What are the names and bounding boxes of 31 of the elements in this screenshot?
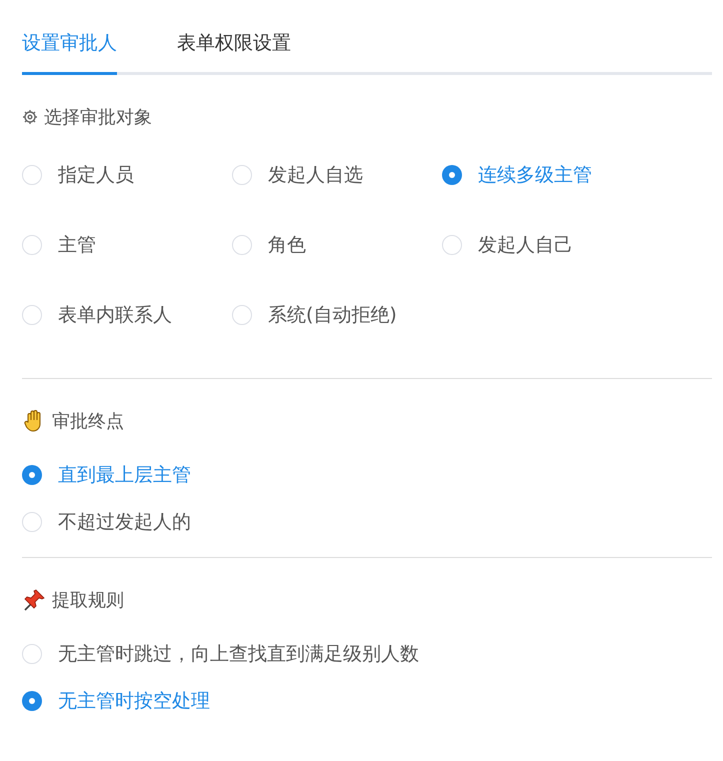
radio-label: 无主管时按空处理 [58,688,210,714]
radio-button[interactable] [442,164,462,184]
section-title: 提取规则 [52,589,124,612]
radio-button[interactable] [22,164,42,184]
radio-button[interactable] [22,464,42,484]
radio-button[interactable] [22,512,42,532]
radio-label: 指定人员 [58,162,134,188]
radio-button[interactable] [22,234,42,254]
radio-label: 不超过发起人的 [58,510,191,534]
section-title: 审批终点 [52,410,124,433]
radio-button[interactable] [232,164,252,184]
pushpin-icon [22,588,46,612]
radio-label: 发起人自己 [478,232,573,258]
section-title: 选择审批对象 [44,106,152,129]
radio-label: 直到最上层主管 [58,462,191,488]
radio-button[interactable] [442,234,462,254]
radio-label: 无主管时跳过，向上查找直到满足级别人数 [58,642,419,666]
radio-button[interactable] [22,644,42,664]
radio-button[interactable] [22,690,42,710]
radio-label: 主管 [58,232,96,258]
tab[interactable]: 表单权限设置 [177,26,291,75]
radio-label: 系统(自动拒绝) [268,302,397,328]
radio-button[interactable] [232,234,252,254]
radio-button[interactable] [232,304,252,324]
radio-button[interactable] [22,304,42,324]
radio-label: 角色 [268,232,306,258]
radio-label: 表单内联系人 [58,302,172,328]
radio-label: 发起人自选 [268,162,363,188]
tab[interactable]: 设置审批人 [22,26,117,75]
radio-label: 连续多级主管 [478,162,592,188]
gear-icon [22,109,38,125]
